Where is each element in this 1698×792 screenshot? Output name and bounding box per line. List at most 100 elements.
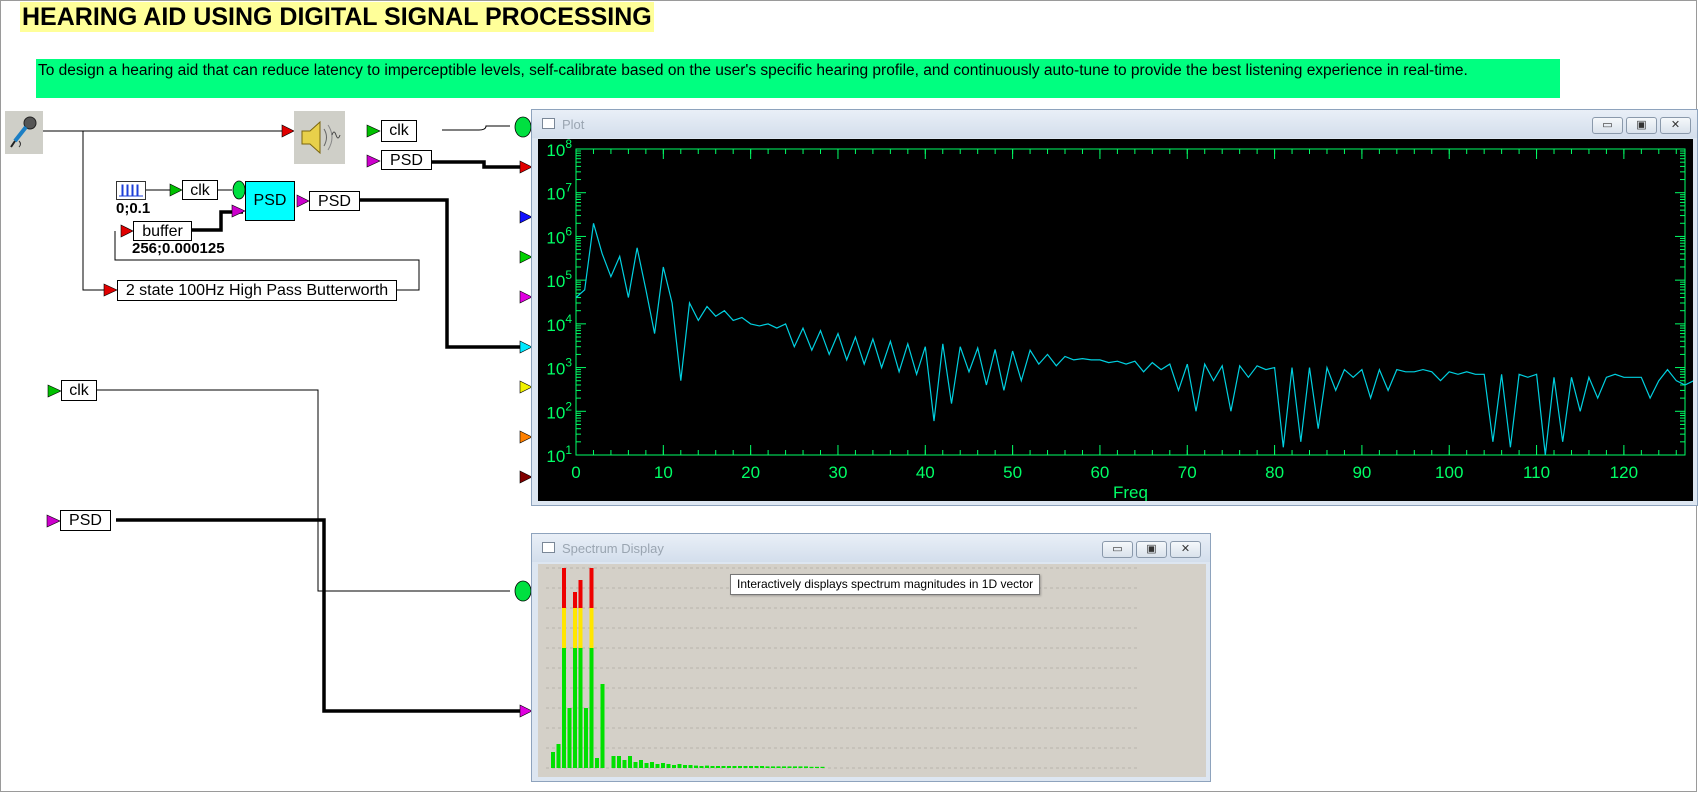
spectrum-chart[interactable] [538, 564, 1206, 777]
spectrum-bar [760, 766, 764, 768]
port-green[interactable] [47, 384, 62, 398]
psd-series-line [575, 223, 1693, 456]
port-red[interactable] [103, 283, 118, 297]
buffer-params-label: 256;0.000125 [132, 240, 225, 257]
minimize-button[interactable]: ▭ [1102, 541, 1133, 558]
clock-block[interactable]: clk [61, 380, 97, 401]
y-tick-exponent: 5 [565, 268, 572, 282]
x-tick-label: 0 [571, 463, 580, 482]
spectrum-bar [600, 684, 605, 768]
port-magenta[interactable] [231, 204, 246, 218]
x-tick-label: 60 [1090, 463, 1109, 482]
spectrum-bar [628, 756, 632, 768]
spectrum-clock-port[interactable] [514, 580, 532, 602]
y-tick-base: 10 [546, 185, 565, 204]
pulse-generator-icon[interactable] [116, 181, 146, 200]
clock-block[interactable]: clk [381, 120, 417, 142]
spectrum-bar [749, 766, 753, 768]
port-magenta[interactable] [46, 514, 61, 528]
close-button[interactable]: ✕ [1660, 117, 1691, 134]
x-tick-label: 50 [1003, 463, 1022, 482]
spectrum-bar [551, 752, 555, 768]
spectrum-bar [595, 758, 599, 768]
y-tick-label: 104 [546, 312, 572, 335]
spectrum-window[interactable]: Spectrum Display ▭ ▣ ✕ [531, 533, 1211, 782]
spectrum-bar [655, 764, 660, 768]
spectrum-bar [584, 708, 588, 768]
spectrum-bar-peak [589, 568, 594, 608]
y-tick-base: 10 [546, 360, 565, 379]
psd-input-block[interactable]: PSD [381, 150, 432, 170]
spectrum-bar [567, 708, 572, 768]
y-tick-label: 103 [546, 356, 572, 379]
maximize-button[interactable]: ▣ [1626, 117, 1657, 134]
spectrum-bar [666, 764, 671, 768]
spectrum-bar-mid [589, 608, 594, 648]
spectrum-bar [710, 766, 715, 768]
psd-input-block[interactable]: PSD [60, 510, 111, 531]
plot-window-title: Plot [562, 117, 585, 132]
maximize-button[interactable]: ▣ [1136, 541, 1167, 558]
speaker-icon[interactable] [294, 111, 345, 164]
y-tick-label: 107 [546, 181, 572, 204]
spectrum-bar [787, 766, 792, 768]
psd-output-block[interactable]: PSD [309, 191, 360, 211]
spectrum-bar-peak [573, 592, 577, 608]
spectrum-bar [771, 766, 775, 768]
y-tick-label: 102 [546, 399, 572, 422]
close-button[interactable]: ✕ [1170, 541, 1201, 558]
frequency-plot[interactable]: 1011021031041051061071080 10 20 30 40 50 60 70 8… [538, 139, 1693, 501]
y-tick-exponent: 7 [565, 181, 572, 195]
spectrum-bar [716, 766, 720, 768]
plot-clock-port[interactable] [514, 116, 532, 138]
spectrum-window-titlebar[interactable]: Spectrum Display ▭ ▣ ✕ [532, 534, 1210, 562]
spectrum-bar [820, 766, 825, 768]
plot-window[interactable]: Plot ▭ ▣ ✕ 101 102 103 104 105 106 107 108 0 10 20… [531, 109, 1698, 506]
y-tick-label: 106 [546, 224, 572, 247]
pulse-train-icon [119, 184, 143, 197]
x-tick-label: 70 [1178, 463, 1197, 482]
spectrum-bar [694, 765, 698, 768]
spectrum-bar [672, 765, 676, 768]
spectrum-bar-peak [562, 568, 566, 608]
port-magenta[interactable] [366, 154, 381, 168]
spectrum-bar [743, 766, 748, 768]
spectrum-bar-mid [562, 608, 566, 648]
window-app-icon [542, 542, 555, 553]
spectrum-bar [782, 766, 786, 768]
spectrum-bar [650, 762, 654, 768]
spectrum-tooltip: Interactively displays spectrum magnitud… [730, 574, 1041, 595]
y-tick-base: 10 [546, 228, 565, 247]
spectrum-bar [809, 766, 814, 768]
spectrum-bar [639, 760, 643, 768]
spectrum-bar [556, 744, 561, 768]
spectrum-bar [815, 766, 819, 768]
psd-compute-block[interactable]: PSD [245, 181, 295, 221]
clock-output-port[interactable] [232, 180, 246, 200]
y-tick-exponent: 3 [565, 356, 572, 370]
spectrum-bar [688, 765, 693, 768]
y-tick-exponent: 6 [565, 224, 572, 238]
port-magenta[interactable] [296, 194, 310, 208]
port-red[interactable] [281, 124, 295, 138]
x-tick-label: 100 [1435, 463, 1463, 482]
spectrum-window-title: Spectrum Display [562, 541, 664, 556]
microphone-icon[interactable] [5, 111, 43, 154]
port-green[interactable] [366, 124, 381, 138]
clock-block[interactable]: clk [182, 180, 218, 200]
spectrum-bar [721, 766, 726, 768]
y-tick-exponent: 4 [565, 312, 572, 326]
plot-window-titlebar[interactable]: Plot ▭ ▣ ✕ [532, 110, 1697, 138]
port-red[interactable] [120, 224, 134, 238]
spectrum-bar-peak [578, 580, 583, 608]
y-tick-base: 10 [546, 141, 565, 160]
high-pass-filter-block[interactable]: 2 state 100Hz High Pass Butterworth [117, 280, 397, 301]
minimize-button[interactable]: ▭ [1592, 117, 1623, 134]
x-tick-label: 120 [1610, 463, 1638, 482]
y-tick-exponent: 8 [565, 139, 572, 151]
spectrum-bar [699, 766, 704, 768]
plot-axes-frame [575, 148, 1686, 456]
buffer-block[interactable]: buffer [133, 221, 192, 241]
spectrum-bar [776, 766, 781, 768]
port-green[interactable] [169, 183, 183, 197]
